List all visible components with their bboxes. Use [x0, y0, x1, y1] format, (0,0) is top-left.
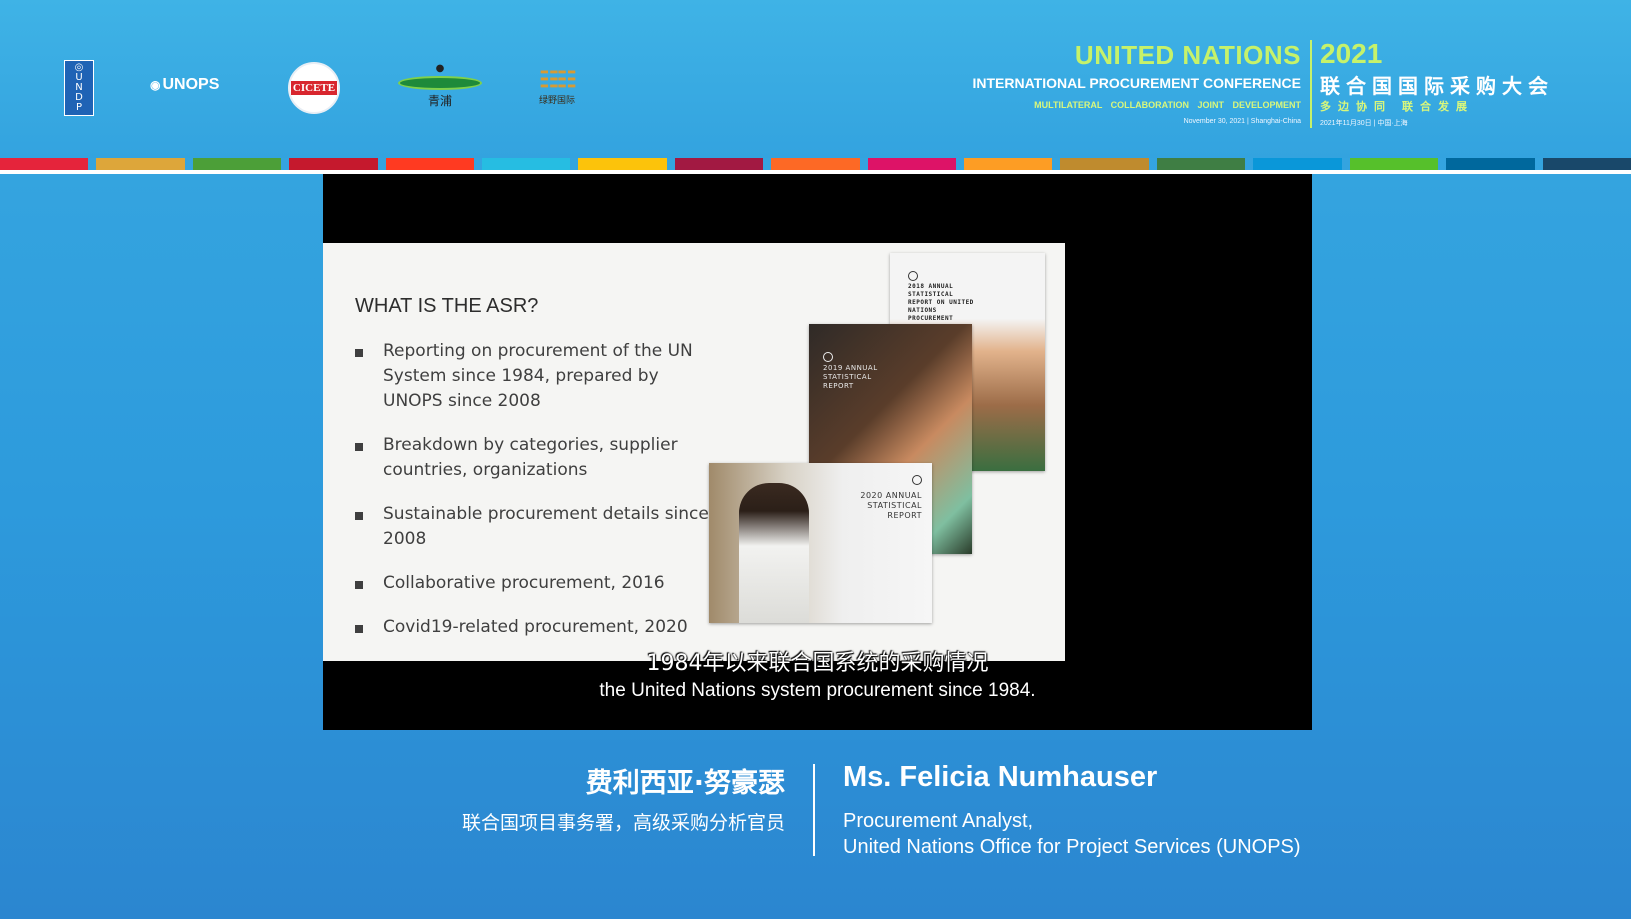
slide-bullet: Covid19-related procurement, 2020 — [355, 615, 710, 640]
cicete-logo: CICETE — [288, 62, 340, 114]
sdg-color-segment — [1060, 158, 1149, 170]
sdg-color-segment — [96, 158, 185, 170]
report-title: 2020 ANNUAL STATISTICAL REPORT — [860, 491, 922, 520]
speaker-name-cn: 费利西亚·努豪瑟 — [585, 768, 785, 799]
slide-bullet-list: Reporting on procurement of the UN Syste… — [355, 339, 710, 659]
sdg-color-segment — [289, 158, 378, 170]
conference-year: 2021 — [1320, 38, 1383, 69]
sdg-color-segment — [1253, 158, 1342, 170]
sdg-color-segment — [192, 158, 282, 170]
speaker-role-en: Procurement Analyst, United Nations Offi… — [843, 808, 1301, 860]
report-title: 2018 ANNUAL STATISTICAL REPORT ON UNITED… — [908, 283, 974, 322]
un-emblem-icon — [912, 475, 922, 485]
conference-tagline-cn: 多边协同 联合发展 — [1320, 101, 1475, 113]
sdg-color-segment — [0, 158, 89, 170]
speaker-name-en: Ms. Felicia Numhauser — [843, 761, 1158, 793]
sdg-color-segment — [771, 158, 860, 170]
sdg-color-segment — [482, 158, 571, 170]
slide-bullet: Breakdown by categories, supplier countr… — [355, 433, 710, 483]
sdg-color-segment — [674, 158, 764, 170]
cicete-logo-text: CICETE — [290, 81, 338, 95]
sdg-color-segment — [1446, 158, 1535, 170]
speaker-role-en-line2: United Nations Office for Project Servic… — [843, 836, 1301, 858]
un-emblem-icon — [908, 271, 918, 281]
lu-international-logo: ☷☷ 绿野国际 — [532, 60, 582, 114]
subtitle-english: the United Nations system procurement si… — [599, 680, 1036, 701]
sdg-color-segment — [385, 158, 475, 170]
subtitle-chinese: 1984年以来联合国系统的采购情况 — [646, 651, 989, 676]
report-title: 2019 ANNUAL STATISTICAL REPORT — [823, 364, 878, 390]
conference-divider — [1310, 40, 1312, 128]
undp-logo: ◎ U N D P — [64, 60, 94, 116]
conference-header: ◎ U N D P ◉ UNOPS CICETE ● 青浦 ☷☷ 绿野国际 UN… — [0, 0, 1631, 158]
sdg-color-segment — [1349, 158, 1439, 170]
conference-date-en: November 30, 2021 | Shanghai-China — [1183, 118, 1301, 125]
speaker-role-cn: 联合国项目事务署，高级采购分析官员 — [461, 812, 785, 834]
slide-bullet: Sustainable procurement details since 20… — [355, 502, 710, 552]
sdg-color-segment — [867, 158, 957, 170]
sdg-color-segment — [578, 158, 667, 170]
slide-title: WHAT IS THE ASR? — [355, 295, 539, 317]
lu-mark-icon: ☷☷ — [539, 68, 576, 93]
sdg-color-segment — [1156, 158, 1246, 170]
conference-tagline-en: MULTILATERAL COLLABORATION JOINT DEVELOP… — [1034, 100, 1301, 110]
qingpu-logo-text: 青浦 — [427, 94, 452, 108]
conference-title-en: UNITED NATIONS — [1074, 40, 1301, 70]
sdg-color-segment — [1542, 158, 1631, 170]
leaf-icon — [400, 78, 480, 88]
sdg-color-segment — [964, 158, 1053, 170]
speaker-role-en-line1: Procurement Analyst, — [843, 810, 1034, 832]
presentation-slide: WHAT IS THE ASR? Reporting on procuremen… — [323, 243, 1065, 661]
man-at-water-tap-photo — [739, 483, 809, 623]
unops-logo: ◉ UNOPS — [150, 76, 219, 94]
conference-subtitle-en: INTERNATIONAL PROCUREMENT CONFERENCE — [972, 75, 1302, 91]
un-emblem-icon: ◉ — [150, 78, 161, 92]
undp-logo-text: U N D P — [75, 72, 83, 113]
lu-logo-text: 绿野国际 — [538, 96, 575, 106]
qingpu-logo: ● 青浦 — [400, 58, 480, 114]
sdg-color-strip — [0, 158, 1631, 170]
conference-date-cn: 2021年11月30日 | 中国·上海 — [1320, 120, 1408, 127]
speaker-divider — [813, 764, 815, 856]
report-cover-2020: 2020 ANNUAL STATISTICAL REPORT — [709, 463, 932, 623]
slide-bullet: Collaborative procurement, 2016 — [355, 571, 710, 596]
un-emblem-icon — [823, 352, 833, 362]
slide-bullet: Reporting on procurement of the UN Syste… — [355, 339, 710, 414]
conference-title-cn: 联合国国际采购大会 — [1320, 76, 1554, 98]
unops-logo-text: UNOPS — [162, 76, 220, 93]
